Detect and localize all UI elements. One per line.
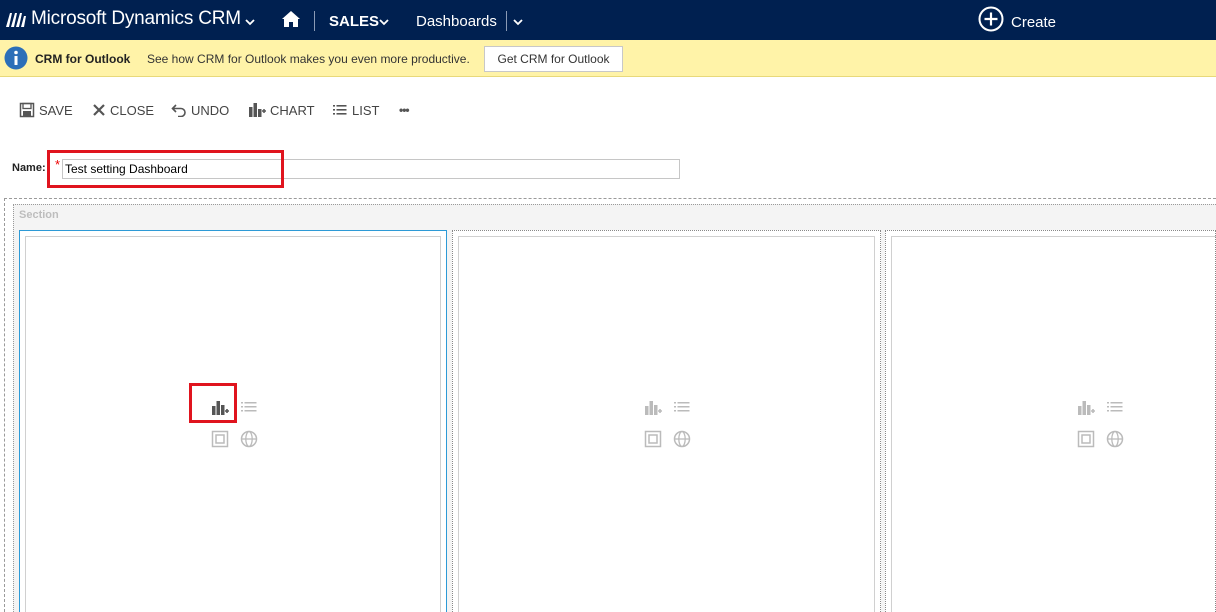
insert-list-icon[interactable] <box>673 398 691 416</box>
top-navigation-bar: Microsoft Dynamics CRM SALES Dashboards … <box>0 0 1216 40</box>
nav-separator <box>506 11 507 31</box>
dynamics-logo-icon <box>6 13 26 27</box>
insert-iframe-icon[interactable] <box>211 430 229 448</box>
chart-label: CHART <box>270 102 315 118</box>
section-chevron-down-icon[interactable] <box>513 18 523 26</box>
list-icon <box>333 105 347 115</box>
insert-list-icon[interactable] <box>1106 398 1124 416</box>
close-button[interactable]: CLOSE <box>92 100 154 120</box>
chart-button[interactable]: CHART <box>248 100 315 120</box>
area-sales[interactable]: SALES <box>329 13 379 30</box>
insert-web-resource-icon[interactable] <box>1106 430 1124 448</box>
insert-list-icon[interactable] <box>240 398 258 416</box>
app-title[interactable]: Microsoft Dynamics CRM <box>31 8 241 30</box>
breadcrumb-dashboards[interactable]: Dashboards <box>416 13 497 30</box>
insert-web-resource-icon[interactable] <box>673 430 691 448</box>
notification-title: CRM for Outlook <box>35 52 131 66</box>
create-plus-icon[interactable] <box>978 6 1004 32</box>
list-label: LIST <box>352 102 380 118</box>
save-icon <box>19 102 35 118</box>
insert-chart-icon[interactable] <box>211 398 229 416</box>
chart-icon <box>249 103 266 117</box>
list-button[interactable]: LIST <box>332 100 379 120</box>
component-2-inner <box>458 236 875 612</box>
component-3-inner <box>891 236 1216 612</box>
more-commands-button[interactable]: ••• <box>399 100 410 120</box>
save-label: SAVE <box>39 102 73 118</box>
area-chevron-down-icon[interactable] <box>379 18 389 26</box>
app-menu-chevron-down-icon[interactable] <box>245 18 255 26</box>
get-crm-for-outlook-button[interactable]: Get CRM for Outlook <box>484 46 623 72</box>
save-button[interactable]: SAVE <box>19 100 73 120</box>
section-title: Section <box>19 209 59 221</box>
info-icon <box>4 46 28 70</box>
close-icon <box>93 104 105 116</box>
notification-bar: CRM for Outlook See how CRM for Outlook … <box>0 40 1216 77</box>
insert-iframe-icon[interactable] <box>1077 430 1095 448</box>
nav-separator <box>314 11 315 31</box>
insert-chart-icon[interactable] <box>1077 398 1095 416</box>
component-2[interactable] <box>452 230 881 612</box>
name-label: Name: <box>12 162 46 174</box>
close-label: CLOSE <box>110 102 155 118</box>
dashboard-name-input[interactable] <box>62 159 680 179</box>
notification-message: See how CRM for Outlook makes you even m… <box>147 52 470 66</box>
insert-web-resource-icon[interactable] <box>240 430 258 448</box>
home-icon[interactable] <box>281 10 301 28</box>
required-indicator: * <box>55 157 61 172</box>
undo-label: UNDO <box>191 102 230 118</box>
component-3[interactable] <box>885 230 1216 612</box>
component-1-inner <box>25 236 441 612</box>
undo-button[interactable]: UNDO <box>171 100 229 120</box>
undo-icon <box>171 104 186 117</box>
insert-chart-icon[interactable] <box>644 398 662 416</box>
insert-iframe-icon[interactable] <box>644 430 662 448</box>
create-button[interactable]: Create <box>1011 14 1056 31</box>
component-1[interactable] <box>19 230 447 612</box>
